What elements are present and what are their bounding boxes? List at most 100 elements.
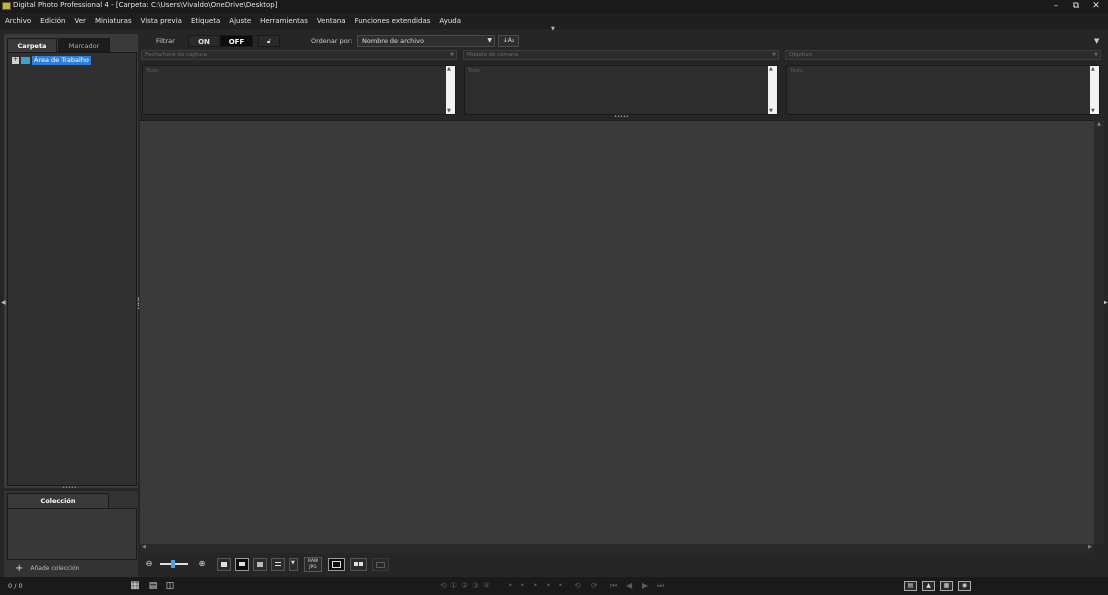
selection-count: 0 / 0: [8, 582, 23, 590]
preview-layout-icon[interactable]: ▤: [147, 581, 159, 591]
filter-select-label: Fecha/hora de captura: [145, 52, 207, 58]
expand-icon[interactable]: +: [12, 56, 19, 64]
label-dot-icon: •: [520, 581, 525, 590]
chevron-down-icon: ▼: [450, 52, 454, 58]
tab-coleccion[interactable]: Colección: [7, 493, 109, 508]
split-layout-icon[interactable]: ◫: [164, 581, 176, 591]
panel-splitter-handle[interactable]: •••••: [62, 486, 78, 491]
menu-ventana[interactable]: Ventana: [317, 17, 346, 25]
edit-image-window-icon[interactable]: ▤: [904, 581, 917, 591]
menu-herramientas[interactable]: Herramientas: [260, 17, 308, 25]
scroll-down-icon[interactable]: ▼: [769, 108, 773, 114]
menu-ajuste[interactable]: Ajuste: [229, 17, 251, 25]
filter-toolbar: Filtrar ON OFF 🔓︎ Ordenar por: Nombre de…: [140, 34, 1104, 48]
filter-select-date[interactable]: Fecha/hora de captura ▼: [141, 50, 457, 60]
collapse-filter-icon[interactable]: ▼: [1094, 37, 1099, 45]
scroll-up-icon[interactable]: ▲: [1091, 66, 1095, 72]
label-dot-icon: •: [533, 581, 538, 590]
frame-glyph: [332, 561, 341, 568]
menu-miniaturas[interactable]: Miniaturas: [95, 17, 132, 25]
list-item[interactable]: Todo: [146, 68, 159, 74]
list-item[interactable]: Todo: [790, 68, 803, 74]
filter-column-camera: Modelo de cámara ▼ Todo ▲ ▼: [463, 50, 779, 116]
vertical-scrollbar[interactable]: ▲: [1094, 120, 1104, 544]
raw-label: RAW: [307, 559, 319, 564]
menu-ver[interactable]: Ver: [75, 17, 86, 25]
menu-etiqueta[interactable]: Etiqueta: [191, 17, 220, 25]
compare-window-icon[interactable]: ▦: [940, 581, 953, 591]
scrollbar[interactable]: ▲ ▼: [446, 66, 455, 114]
chevron-down-icon: ▼: [1094, 52, 1098, 58]
preview-window-icon[interactable]: ▲: [922, 581, 935, 591]
menu-funciones-extendidas[interactable]: Funciones extendidas: [355, 17, 431, 25]
filter-select-lens[interactable]: Objetivo ▼: [785, 50, 1101, 60]
single-view-icon[interactable]: [328, 558, 345, 571]
rating-2-icon: ②: [461, 581, 469, 590]
tree-item[interactable]: + Área de Trabalho: [12, 55, 91, 65]
thumbnail-small-icon[interactable]: [253, 558, 267, 571]
scroll-up-icon[interactable]: ▲: [447, 66, 451, 72]
tab-carpeta[interactable]: Carpeta: [7, 38, 57, 52]
menu-ayuda[interactable]: Ayuda: [439, 17, 461, 25]
menu-edicion[interactable]: Edición: [40, 17, 65, 25]
tree-item-label[interactable]: Área de Trabalho: [32, 55, 91, 65]
camera-icon[interactable]: ◉: [958, 581, 971, 591]
sort-order-button[interactable]: ↓A₂: [498, 35, 519, 47]
filter-select-camera[interactable]: Modelo de cámara ▼: [463, 50, 779, 60]
filter-list-date[interactable]: Todo ▲ ▼: [142, 65, 456, 115]
tab-marcador[interactable]: Marcador: [58, 38, 110, 52]
zoom-in-icon[interactable]: ⊕: [195, 557, 209, 571]
list-glyph: [275, 565, 281, 566]
thumbnail-large-icon[interactable]: [217, 558, 231, 571]
scroll-down-icon[interactable]: ▼: [1091, 108, 1095, 114]
filter-select-label: Modelo de cámara: [467, 52, 519, 58]
filter-splitter-handle[interactable]: •••••: [614, 115, 630, 120]
collapse-toolbar-icon[interactable]: ▼: [551, 27, 557, 32]
filter-off-button[interactable]: OFF: [220, 35, 253, 47]
prev-image-icon: ◀: [626, 581, 633, 590]
thumbnail-area[interactable]: [140, 120, 1094, 544]
filter-on-button[interactable]: ON: [188, 35, 220, 47]
restore-icon[interactable]: ⧉: [1069, 1, 1083, 12]
list-item[interactable]: Todo: [468, 68, 481, 74]
filter-list-lens[interactable]: Todo ▲ ▼: [786, 65, 1100, 115]
rating-4-icon: ④: [483, 581, 491, 590]
collapse-left-icon[interactable]: ◀: [1, 299, 6, 306]
add-collection-button[interactable]: + Añade colección: [15, 563, 79, 574]
scroll-up-icon[interactable]: ▲: [769, 66, 773, 72]
scroll-up-icon[interactable]: ▲: [1097, 121, 1101, 127]
scroll-down-icon[interactable]: ▼: [447, 108, 451, 114]
collection-list: [7, 508, 137, 560]
raw-jpg-toggle[interactable]: RAW JPG: [304, 557, 322, 572]
sort-select[interactable]: Nombre de archivo ▼: [357, 35, 495, 47]
grid-layout-icon[interactable]: ▦: [129, 581, 141, 591]
multi-view-icon[interactable]: [372, 558, 389, 571]
view-toolbar: ⊖ ⊕ ▼ RAW JPG: [140, 555, 1104, 575]
compare-view-icon[interactable]: [350, 558, 367, 571]
filter-column-lens: Objetivo ▼ Todo ▲ ▼: [785, 50, 1101, 116]
jpg-label: JPG: [309, 565, 317, 570]
scrollbar[interactable]: ▲ ▼: [768, 66, 777, 114]
minimize-icon[interactable]: –: [1049, 1, 1063, 12]
scroll-left-icon[interactable]: ◀: [142, 544, 146, 550]
horizontal-scrollbar[interactable]: ◀ ▶: [140, 544, 1094, 553]
menu-vista-previa[interactable]: Vista previa: [141, 17, 182, 25]
scrollbar[interactable]: ▲ ▼: [1090, 66, 1099, 114]
thumbnail-medium-icon[interactable]: [235, 558, 249, 571]
menu-archivo[interactable]: Archivo: [5, 17, 31, 25]
chevron-down-icon: ▼: [487, 37, 492, 44]
view-options-dropdown[interactable]: ▼: [289, 558, 298, 571]
zoom-out-icon[interactable]: ⊖: [142, 557, 156, 571]
folder-panel: Carpeta Marcador + Área de Trabalho: [4, 34, 138, 488]
zoom-slider-handle[interactable]: [171, 560, 175, 568]
scroll-right-icon[interactable]: ▶: [1088, 544, 1092, 550]
lock-icon[interactable]: 🔓︎: [258, 35, 280, 47]
list-glyph: [275, 562, 281, 563]
sort-label: Ordenar por:: [311, 37, 353, 45]
list-view-icon[interactable]: [271, 558, 285, 571]
close-icon[interactable]: ✕: [1089, 1, 1103, 12]
folder-icon: [21, 56, 30, 64]
filter-column-date: Fecha/hora de captura ▼ Todo ▲ ▼: [141, 50, 457, 116]
grid-glyph: [354, 562, 358, 566]
filter-list-camera[interactable]: Todo ▲ ▼: [464, 65, 778, 115]
